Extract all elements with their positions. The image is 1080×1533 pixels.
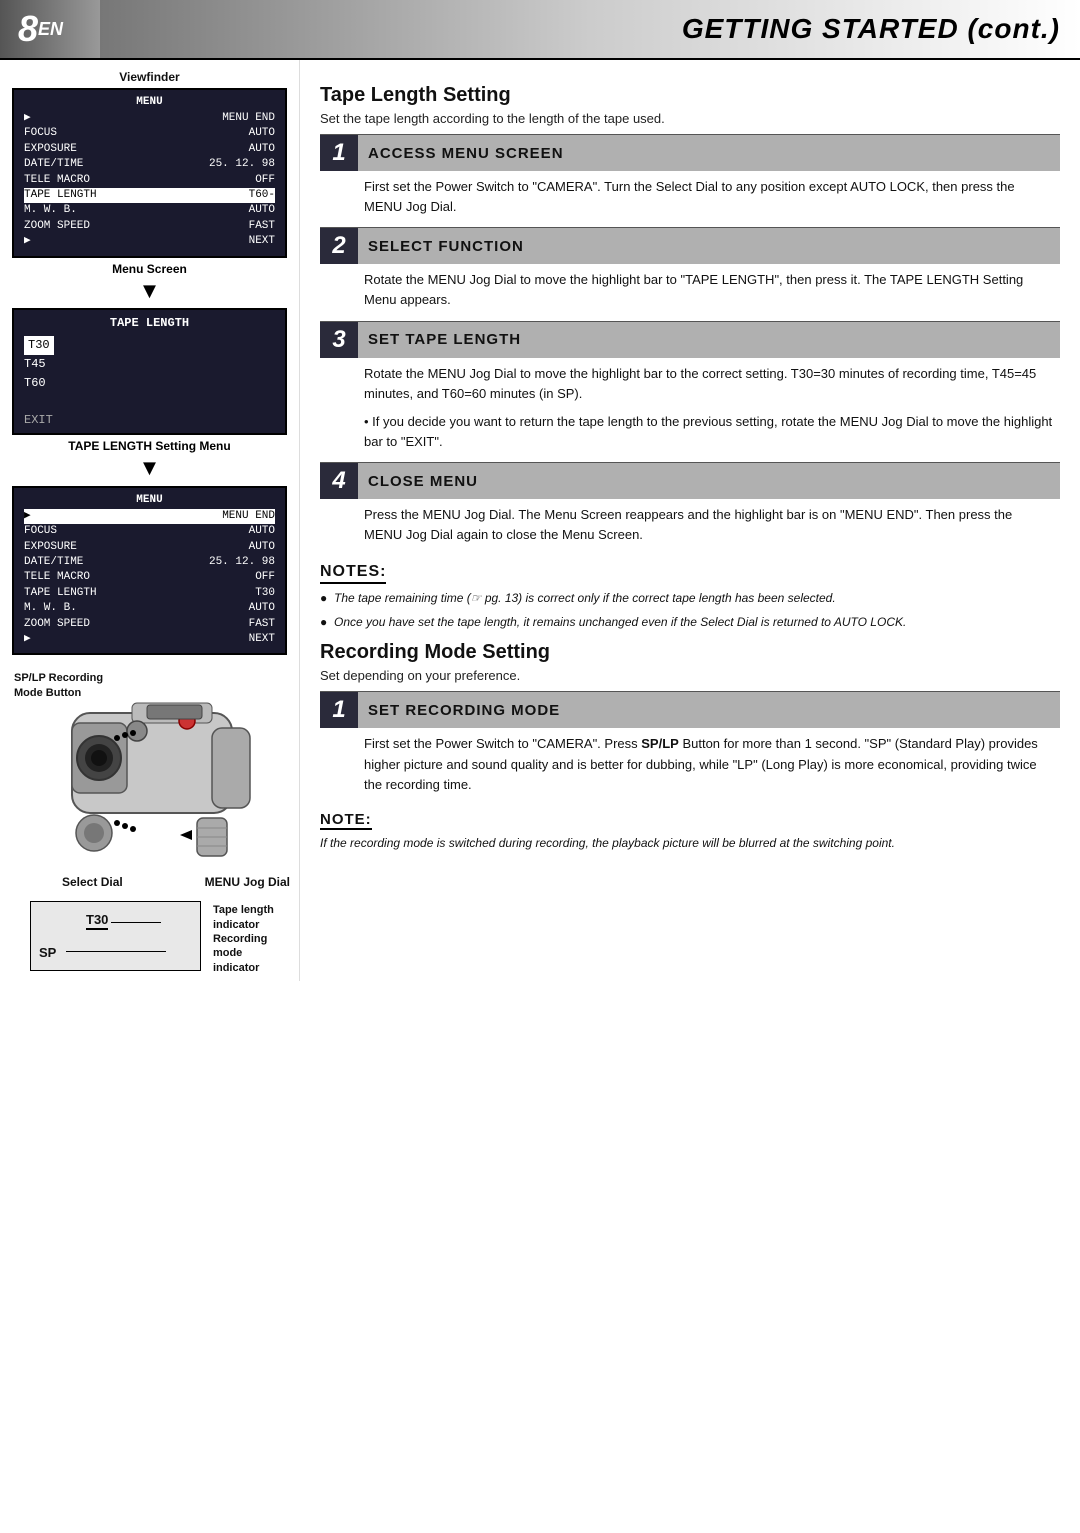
- recording-mode-title: Recording Mode Setting: [320, 641, 1060, 664]
- tape-length-menu-label: TAPE LENGTH Setting Menu: [12, 439, 287, 453]
- tape-length-section: Tape Length Setting Set the tape length …: [320, 84, 1060, 553]
- step-2-header: SELECT FUNCTION: [358, 228, 1060, 264]
- rec-step-1-header-row: 1 SET RECORDING MODE: [320, 691, 1060, 728]
- indicator-box: SP T30: [30, 901, 201, 971]
- menu-item-next-2: NEXT: [24, 632, 275, 647]
- menu-item-tapelength-2: TAPE LENGTHT30: [24, 586, 275, 601]
- tape-length-t60: T60: [24, 374, 275, 393]
- note-single-title: NOTE:: [320, 811, 372, 830]
- step-1-text: First set the Power Switch to "CAMERA". …: [320, 171, 1060, 225]
- step-1-block: 1 ACCESS MENU SCREEN First set the Power…: [320, 134, 1060, 225]
- rec-step-1-number: 1: [320, 692, 358, 728]
- menu-item-zoomspeed-2: ZOOM SPEEDFAST: [24, 617, 275, 632]
- menu-item-end-1: MENU END: [24, 111, 275, 126]
- step-1-number: 1: [320, 135, 358, 171]
- rec-step-1-block: 1 SET RECORDING MODE First set the Power…: [320, 691, 1060, 802]
- viewfinder-label: Viewfinder: [12, 70, 287, 84]
- step-4-text: Press the MENU Jog Dial. The Menu Screen…: [320, 499, 1060, 553]
- line-rec-mode: [66, 951, 166, 952]
- note-item-2: Once you have set the tape length, it re…: [320, 613, 1060, 631]
- indicator-labels: Tape lengthindicator Recording modeindic…: [213, 895, 287, 965]
- arrow-down-2: ▼: [12, 455, 287, 481]
- tape-length-exit: EXIT: [24, 413, 275, 427]
- step-3-text: Rotate the MENU Jog Dial to move the hig…: [320, 358, 1060, 412]
- header: 8EN GETTING STARTED (cont.): [0, 0, 1080, 60]
- step-3-bullet: • If you decide you want to return the t…: [320, 412, 1060, 460]
- note-single-section: NOTE: If the recording mode is switched …: [320, 811, 1060, 852]
- select-dial-label: Select Dial: [62, 875, 123, 889]
- step-2-block: 2 SELECT FUNCTION Rotate the MENU Jog Di…: [320, 227, 1060, 318]
- main-layout: Viewfinder MENU MENU END FOCUSAUTO EXPOS…: [0, 60, 1080, 981]
- note-item-1: The tape remaining time (☞ pg. 13) is co…: [320, 589, 1060, 607]
- menu-item-datetime-2: DATE/TIME25. 12. 98: [24, 555, 275, 570]
- menu-screen-2: MENU MENU END FOCUSAUTO EXPOSUREAUTO DAT…: [12, 486, 287, 656]
- menu-item-exposure-2: EXPOSUREAUTO: [24, 540, 275, 555]
- step-4-header: CLOSE MENU: [358, 463, 1060, 499]
- line-tape-len: [111, 922, 161, 923]
- tape-length-indicator-label: Tape lengthindicator: [213, 903, 287, 932]
- page-number: 8EN: [0, 0, 100, 58]
- tape-length-t45: T45: [24, 355, 275, 374]
- step-3-header-row: 3 SET TAPE LENGTH: [320, 321, 1060, 358]
- tape-length-desc: Set the tape length according to the len…: [320, 111, 1060, 126]
- step-3-number: 3: [320, 322, 358, 358]
- step-2-header-row: 2 SELECT FUNCTION: [320, 227, 1060, 264]
- notes-section: NOTES: The tape remaining time (☞ pg. 13…: [320, 563, 1060, 631]
- arrow-down-1: ▼: [12, 278, 287, 304]
- sp-lp-button-label: SP/LP RecordingMode Button: [14, 671, 103, 700]
- recording-mode-desc: Set depending on your preference.: [320, 668, 1060, 683]
- header-title: GETTING STARTED (cont.): [100, 0, 1080, 58]
- menu-item-mwb-2: M. W. B.AUTO: [24, 601, 275, 616]
- menu-item-next-1: NEXT: [24, 234, 275, 249]
- menu-item-focus-2: FOCUSAUTO: [24, 524, 275, 539]
- menu-item-zoomspeed-1: ZOOM SPEEDFAST: [24, 219, 275, 234]
- menu-item-tapelength-1: TAPE LENGTHT60-: [24, 188, 275, 203]
- step-4-block: 4 CLOSE MENU Press the MENU Jog Dial. Th…: [320, 462, 1060, 553]
- menu-item-datetime-1: DATE/TIME25. 12. 98: [24, 157, 275, 172]
- indicator-area: SP T30 Tape lengthindicator Recording mo…: [20, 895, 287, 971]
- step-1-header-row: 1 ACCESS MENU SCREEN: [320, 134, 1060, 171]
- tape-length-t30: T30: [24, 336, 54, 355]
- menu-item-mwb-1: M. W. B.AUTO: [24, 203, 275, 218]
- menu-title-2: MENU: [24, 494, 275, 506]
- rec-step-1-header: SET RECORDING MODE: [358, 692, 1060, 728]
- recording-mode-section: Recording Mode Setting Set depending on …: [320, 641, 1060, 802]
- step-1-header: ACCESS MENU SCREEN: [358, 135, 1060, 171]
- menu-jog-dial-label: MENU Jog Dial: [205, 875, 290, 889]
- tape-length-box: TAPE LENGTH T30 T45 T60 EXIT: [12, 308, 287, 436]
- step-4-header-row: 4 CLOSE MENU: [320, 462, 1060, 499]
- menu-title-1: MENU: [24, 96, 275, 108]
- left-column: Viewfinder MENU MENU END FOCUSAUTO EXPOS…: [0, 60, 300, 981]
- t30-indicator: T30: [86, 912, 108, 930]
- right-column: Tape Length Setting Set the tape length …: [300, 60, 1080, 981]
- menu-screen-label: Menu Screen: [12, 262, 287, 276]
- menu-item-telemacro-1: TELE MACROOFF: [24, 173, 275, 188]
- notes-title: NOTES:: [320, 563, 386, 584]
- menu-item-telemacro-2: TELE MACROOFF: [24, 570, 275, 585]
- menu-item-end-2: MENU END: [24, 509, 275, 524]
- rec-step-1-text: First set the Power Switch to "CAMERA". …: [320, 728, 1060, 802]
- tape-length-title: TAPE LENGTH: [24, 316, 275, 330]
- step-2-number: 2: [320, 228, 358, 264]
- step-2-text: Rotate the MENU Jog Dial to move the hig…: [320, 264, 1060, 318]
- step-3-block: 3 SET TAPE LENGTH Rotate the MENU Jog Di…: [320, 321, 1060, 461]
- tape-length-title: Tape Length Setting: [320, 84, 1060, 107]
- camcorder-diagram: SP/LP RecordingMode Button: [12, 663, 292, 893]
- menu-item-focus-1: FOCUSAUTO: [24, 126, 275, 141]
- note-single-text: If the recording mode is switched during…: [320, 834, 1060, 852]
- menu-item-exposure-1: EXPOSUREAUTO: [24, 142, 275, 157]
- sp-indicator: SP: [39, 945, 56, 960]
- recording-mode-indicator-label: Recording modeindicator: [213, 932, 287, 975]
- step-4-number: 4: [320, 463, 358, 499]
- step-3-header: SET TAPE LENGTH: [358, 322, 1060, 358]
- menu-screen-1: MENU MENU END FOCUSAUTO EXPOSUREAUTO DAT…: [12, 88, 287, 258]
